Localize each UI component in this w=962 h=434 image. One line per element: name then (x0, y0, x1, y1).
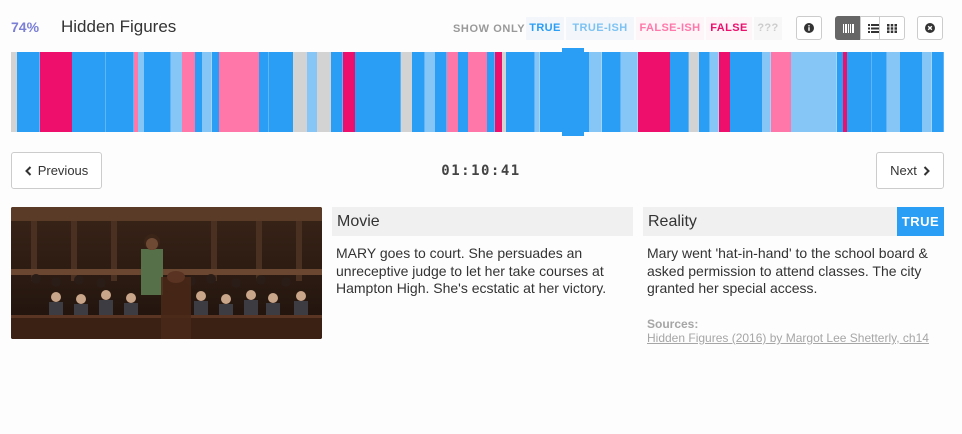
list-view-icon (867, 23, 879, 33)
info-icon (804, 23, 814, 33)
timeline-segment-true-ish[interactable] (306, 52, 318, 132)
timeline-segment-true-ish[interactable] (589, 52, 602, 132)
verdict-badge: TRUE (897, 207, 944, 236)
timeline-segment-true[interactable] (16, 52, 40, 132)
timeline-segment-true-ish[interactable] (790, 52, 837, 132)
timeline-segment-true[interactable] (123, 52, 135, 132)
grid-view-button[interactable] (879, 16, 905, 40)
movie-description: MARY goes to court. She persuades an unr… (336, 245, 607, 296)
timeline-segment-unknown[interactable] (293, 52, 308, 132)
timeline-segment-false[interactable] (718, 52, 731, 132)
timeline-segment-unknown[interactable] (317, 52, 331, 132)
timeline-segment-false-ish[interactable] (219, 52, 260, 132)
timeline-segment-true-ish[interactable] (424, 52, 436, 132)
timeline-segment-true[interactable] (670, 52, 690, 132)
close-icon (925, 23, 935, 33)
timeline-segment-true[interactable] (698, 52, 711, 132)
timeline-segment-true[interactable] (505, 52, 536, 132)
movie-heading: Movie (332, 207, 633, 236)
scene-still-image (11, 207, 322, 339)
timeline-segment-true-ish[interactable] (170, 52, 183, 132)
source-link[interactable]: Hidden Figures (2016) by Margot Lee Shet… (647, 331, 943, 346)
timeline-segment-true[interactable] (106, 52, 124, 132)
timeline-segment-true[interactable] (144, 52, 172, 132)
timeline-segment-true-ish[interactable] (620, 52, 639, 132)
timeline-segment-true[interactable] (846, 52, 873, 132)
next-button[interactable]: Next (876, 152, 944, 189)
reality-description: Mary went 'hat-in-hand' to the school bo… (647, 245, 928, 296)
timeline-segment-true[interactable] (330, 52, 344, 132)
timeline-segment-true[interactable] (931, 52, 945, 132)
sources-label: Sources: (647, 317, 699, 331)
movie-title: Hidden Figures (61, 17, 177, 36)
timeline-segment-true[interactable] (458, 52, 469, 132)
timeline-segment-true[interactable] (259, 52, 270, 132)
timeline-segment-false[interactable] (39, 52, 73, 132)
accuracy-score: 74% (11, 19, 40, 35)
timeline-segment-unknown[interactable] (400, 52, 413, 132)
filter-false-button[interactable]: FALSE (706, 17, 752, 40)
filter-unknown-button[interactable]: ??? (754, 17, 782, 40)
barcode-view-icon (842, 23, 854, 33)
timeline-segment-true[interactable] (871, 52, 888, 132)
header-bar: 74% Hidden Figures SHOW ONLY TRUE TRUE-I… (0, 0, 962, 52)
chevron-right-icon (923, 165, 930, 176)
filter-false-ish-button[interactable]: FALSE-ISH (636, 17, 704, 40)
filter-true-ish-button[interactable]: TRUE-ISH (566, 17, 634, 40)
grid-view-icon (887, 23, 897, 33)
close-button[interactable] (917, 16, 943, 40)
timeline-segment-false-ish[interactable] (468, 52, 487, 132)
timeline-segment-false-ish[interactable] (770, 52, 792, 132)
scene-timecode: 01:10:41 (441, 163, 521, 179)
timeline-segment-true[interactable] (355, 52, 402, 132)
show-only-label: SHOW ONLY (453, 23, 526, 35)
timeline-segment-true[interactable] (730, 52, 763, 132)
timeline-segment-true[interactable] (900, 52, 923, 132)
timeline-segment-true[interactable] (412, 52, 426, 132)
timeline-segment-true[interactable] (268, 52, 294, 132)
timeline-segment-true-ish[interactable] (886, 52, 901, 132)
timeline-segment-unknown[interactable] (689, 52, 700, 132)
timeline-current-position[interactable] (562, 48, 585, 136)
filter-true-button[interactable]: TRUE (526, 17, 564, 40)
timeline-segment-false[interactable] (637, 52, 671, 132)
timeline-segment-true-ish[interactable] (922, 52, 933, 132)
timeline-segment-true[interactable] (601, 52, 622, 132)
timeline-segment-true[interactable] (435, 52, 447, 132)
barcode-view-button[interactable] (835, 16, 861, 40)
next-label: Next (890, 163, 917, 178)
timeline-segment-true-ish[interactable] (202, 52, 213, 132)
timeline-segment-false[interactable] (342, 52, 356, 132)
timeline-segment-false-ish[interactable] (182, 52, 195, 132)
timeline-segment-false-ish[interactable] (446, 52, 459, 132)
truth-timeline[interactable] (11, 48, 945, 136)
info-button[interactable] (796, 16, 822, 40)
timeline-segment-true[interactable] (71, 52, 107, 132)
